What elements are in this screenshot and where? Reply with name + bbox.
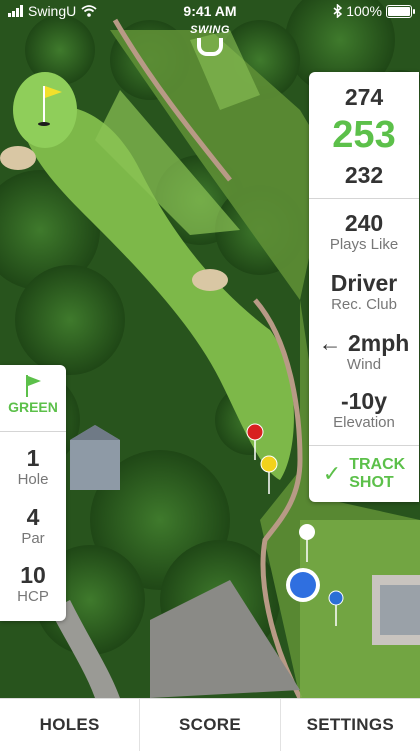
handicap: 10 HCP xyxy=(0,562,66,606)
bluetooth-icon xyxy=(333,4,343,18)
green-button[interactable]: GREEN xyxy=(0,365,66,431)
elevation-value: -10y xyxy=(340,388,388,414)
hole-info-panel: GREEN 1 Hole 4 Par 10 HCP xyxy=(0,365,66,621)
front-distance: 232 xyxy=(344,162,384,188)
battery-percent: 100% xyxy=(346,3,382,19)
recommended-club: Driver Rec. Club xyxy=(309,270,419,314)
swingu-logo: SWING xyxy=(186,24,234,64)
hcp-value: 10 xyxy=(20,562,46,588)
par: 4 Par xyxy=(0,504,66,548)
elevation-label: Elevation xyxy=(333,414,395,431)
elevation: -10y Elevation xyxy=(309,388,419,432)
club-label: Rec. Club xyxy=(331,296,397,313)
wind-label: Wind xyxy=(346,356,382,373)
flag-icon xyxy=(23,375,43,397)
par-label: Par xyxy=(21,530,45,547)
logo-u-mark xyxy=(197,38,223,56)
plays-like-value: 240 xyxy=(344,210,384,236)
yardage-panel: 274 253 232 240 Plays Like Driver Rec. C… xyxy=(309,72,419,502)
hole-label: Hole xyxy=(17,471,49,488)
tab-score[interactable]: SCORE xyxy=(140,699,281,751)
logo-text: SWING xyxy=(190,24,230,36)
track-shot-line1: TRACK xyxy=(349,456,406,473)
hcp-label: HCP xyxy=(17,588,49,605)
wind-value: ← 2mph xyxy=(318,330,410,356)
plays-like: 240 Plays Like xyxy=(309,210,419,254)
bottom-tab-bar: HOLES SCORE SETTINGS xyxy=(0,698,420,751)
status-right: 100% xyxy=(333,3,415,19)
hole-number: 1 Hole xyxy=(0,445,66,489)
track-shot-line2: SHOT xyxy=(349,474,394,491)
tab-settings[interactable]: SETTINGS xyxy=(281,699,420,751)
tab-holes[interactable]: HOLES xyxy=(0,699,141,751)
divider xyxy=(309,198,419,199)
track-shot-label: TRACK SHOT xyxy=(349,456,405,492)
status-bar: SwingU 9:41 AM 100% xyxy=(0,0,420,22)
check-icon: ✓ xyxy=(322,461,342,486)
par-value: 4 xyxy=(26,504,40,530)
back-distance: 274 xyxy=(344,84,384,110)
green-label: GREEN xyxy=(8,399,58,415)
divider xyxy=(0,431,66,432)
battery-icon xyxy=(386,4,415,18)
track-shot-button[interactable]: ✓ TRACK SHOT xyxy=(309,446,419,502)
plays-like-label: Plays Like xyxy=(329,236,399,253)
club-value: Driver xyxy=(330,270,398,296)
center-distance: 253 xyxy=(332,114,396,156)
wind: ← 2mph Wind xyxy=(309,330,419,374)
hole-value: 1 xyxy=(26,445,40,471)
